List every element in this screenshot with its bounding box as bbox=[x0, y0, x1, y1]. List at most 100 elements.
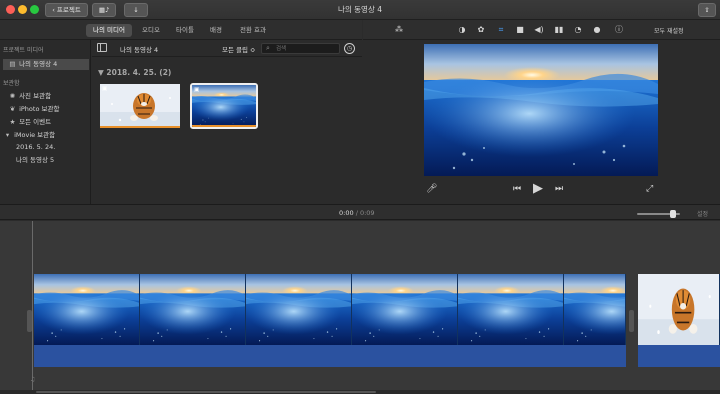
playhead[interactable] bbox=[32, 221, 33, 391]
sidebar-item-label: iPhoto 보관함 bbox=[19, 105, 60, 113]
clip-frame bbox=[564, 274, 626, 345]
ocean-thumbnail-image bbox=[192, 85, 256, 127]
clip-frame bbox=[34, 274, 140, 345]
clip-thumbnail-tiger[interactable]: ▣ bbox=[100, 84, 180, 128]
search-field[interactable]: ⌕ bbox=[261, 43, 340, 54]
photos-icon: ✺ bbox=[9, 92, 16, 100]
zoom-window-button[interactable] bbox=[30, 5, 39, 14]
library-sidebar: 프로젝트 미디어 ▤ 나의 동영상 4 보관함 ✺ 사진 보관함 ❦ iPhot… bbox=[0, 40, 91, 204]
stabilization-icon[interactable]: ■ bbox=[514, 24, 526, 36]
projects-button[interactable]: ‹ 프로젝트 bbox=[45, 3, 88, 17]
film-icon: ▤ bbox=[9, 60, 16, 68]
tab-my-media[interactable]: 나의 미디어 bbox=[86, 24, 132, 37]
playhead-time: 0:00 / 0:09 bbox=[339, 209, 375, 217]
tab-audio[interactable]: 오디오 bbox=[136, 24, 166, 37]
sidebar-item-event-2016-5-24[interactable]: 2016. 5. 24. bbox=[3, 142, 89, 153]
timeline-scrollbar[interactable] bbox=[0, 390, 720, 394]
browser-tabs: 나의 미디어 오디오 타이틀 배경 전환 효과 bbox=[0, 20, 362, 40]
event-date-header[interactable]: ▼ 2018. 4. 25. (2) bbox=[98, 68, 171, 77]
clip-trim-handle-right[interactable] bbox=[629, 310, 634, 332]
timeline-header: 0:00 / 0:09 설정 bbox=[0, 204, 720, 220]
timeline-clip-tiger[interactable] bbox=[638, 274, 720, 367]
sidebar-item-label: 모든 이벤트 bbox=[19, 118, 52, 126]
timeline-clip-ocean[interactable] bbox=[34, 274, 626, 367]
sidebar-item-label: 나의 동영상 5 bbox=[16, 156, 55, 164]
media-library-button[interactable]: ▦♪ bbox=[92, 3, 116, 17]
play-icon[interactable]: ▶ bbox=[533, 181, 543, 196]
music-note-icon: ♫ bbox=[30, 376, 36, 383]
camera-icon: ▣ bbox=[102, 86, 108, 92]
clip-frame bbox=[352, 274, 458, 345]
minimize-window-button[interactable] bbox=[18, 5, 27, 14]
sidebar-item-all-events[interactable]: ★ 모든 이벤트 bbox=[3, 117, 89, 128]
import-arrow-icon: ↓ bbox=[133, 6, 139, 14]
skip-back-icon[interactable]: ⏮︎ bbox=[513, 184, 521, 194]
crop-icon[interactable]: ⌗ bbox=[495, 24, 507, 36]
tab-backgrounds[interactable]: 배경 bbox=[203, 24, 229, 37]
sidebar-item-iphoto-library[interactable]: ❦ iPhoto 보관함 bbox=[3, 104, 89, 115]
clip-audio-track[interactable] bbox=[638, 345, 720, 367]
clip-frame bbox=[638, 274, 720, 345]
time-separator: / bbox=[355, 209, 358, 217]
microphone-icon[interactable]: 🎤︎ bbox=[426, 184, 437, 194]
sidebar-item-my-movie-5[interactable]: 나의 동영상 5 bbox=[3, 155, 89, 166]
import-button[interactable]: ↓ bbox=[124, 3, 148, 17]
scrollbar-thumb[interactable] bbox=[36, 391, 376, 393]
reset-all-button[interactable]: 모두 재설정 bbox=[654, 26, 684, 35]
noise-reduction-icon[interactable]: ▮▮ bbox=[553, 24, 565, 36]
tab-transitions[interactable]: 전환 효과 bbox=[234, 24, 272, 37]
sidebar-item-label: iMovie 보관함 bbox=[14, 131, 56, 139]
clip-thumbnail-ocean[interactable]: ▣ bbox=[190, 83, 258, 129]
current-time: 0:00 bbox=[339, 209, 354, 217]
search-icon: ⌕ bbox=[266, 44, 270, 52]
fullscreen-icon[interactable]: ⤢ bbox=[646, 184, 653, 194]
magic-wand-icon[interactable]: ⁂ bbox=[393, 24, 405, 36]
close-window-button[interactable] bbox=[6, 5, 15, 14]
sidebar-item-photos-library[interactable]: ✺ 사진 보관함 bbox=[3, 91, 89, 102]
color-balance-icon[interactable]: ◑ bbox=[456, 24, 468, 36]
skip-forward-icon[interactable]: ⏭︎ bbox=[555, 184, 563, 194]
speed-icon[interactable]: ◔ bbox=[572, 24, 584, 36]
used-clip-marker bbox=[100, 126, 180, 128]
clip-frame bbox=[246, 274, 352, 345]
search-input[interactable] bbox=[276, 44, 338, 53]
title-bar: ‹ 프로젝트 ▦♪ ↓ 나의 동영상 4 ⇪ bbox=[0, 0, 720, 20]
viewer: 🎤︎ ⏮︎ ▶ ⏭︎ ⤢ bbox=[363, 40, 720, 204]
window-title: 나의 동영상 4 bbox=[337, 5, 383, 14]
video-preview[interactable] bbox=[424, 44, 658, 176]
sidebar-item-my-movie-4[interactable]: ▤ 나의 동영상 4 bbox=[3, 59, 89, 70]
clip-duration-icon[interactable]: ◷ bbox=[344, 43, 355, 54]
sidebar-item-label: 나의 동영상 4 bbox=[19, 60, 58, 68]
share-button[interactable]: ⇪ bbox=[698, 3, 716, 17]
timeline-settings-button[interactable]: 설정 bbox=[697, 209, 708, 218]
clip-filter-icon[interactable]: ● bbox=[591, 24, 603, 36]
zoom-slider-knob[interactable] bbox=[669, 210, 676, 218]
ocean-preview-image bbox=[424, 44, 658, 176]
sidebar-item-label: 사진 보관함 bbox=[19, 92, 52, 100]
project-duration: 0:09 bbox=[359, 209, 375, 217]
clip-frame bbox=[140, 274, 246, 345]
camera-icon: ▣ bbox=[194, 87, 200, 93]
timeline-zoom-slider[interactable] bbox=[637, 210, 680, 218]
sidebar-heading-libraries: 보관함 bbox=[3, 80, 20, 87]
volume-icon[interactable]: ◀) bbox=[533, 24, 545, 36]
clip-filter-select[interactable]: 모든 클립 ≎ bbox=[222, 44, 256, 54]
star-icon: ★ bbox=[9, 118, 16, 126]
share-icon: ⇪ bbox=[704, 6, 710, 14]
media-library-icon: ▦♪ bbox=[98, 6, 110, 14]
browser-header: 나의 동영상 4 모든 클립 ≎ ⌕ ◷ bbox=[92, 40, 362, 57]
sidebar-toggle-icon[interactable] bbox=[97, 43, 107, 52]
sidebar-item-label: 2016. 5. 24. bbox=[16, 143, 56, 151]
browser-title: 나의 동영상 4 bbox=[120, 46, 159, 54]
sidebar-heading-project-media: 프로젝트 미디어 bbox=[3, 47, 44, 54]
tab-titles[interactable]: 타이틀 bbox=[170, 24, 200, 37]
clip-audio-track[interactable] bbox=[34, 345, 626, 367]
adjustments-toolbar: ⁂ ◑ ✿ ⌗ ■ ◀) ▮▮ ◔ ● ⓘ 모두 재설정 bbox=[363, 20, 720, 40]
info-icon[interactable]: ⓘ bbox=[613, 24, 625, 36]
disclosure-triangle-icon[interactable]: ▾ bbox=[3, 130, 12, 141]
tiger-thumbnail-image bbox=[100, 84, 180, 128]
color-correction-icon[interactable]: ✿ bbox=[475, 24, 487, 36]
timeline: ♫ bbox=[0, 221, 720, 394]
clip-trim-handle-left[interactable] bbox=[27, 310, 32, 332]
sidebar-item-imovie-library[interactable]: ▾ iMovie 보관함 bbox=[3, 130, 89, 141]
